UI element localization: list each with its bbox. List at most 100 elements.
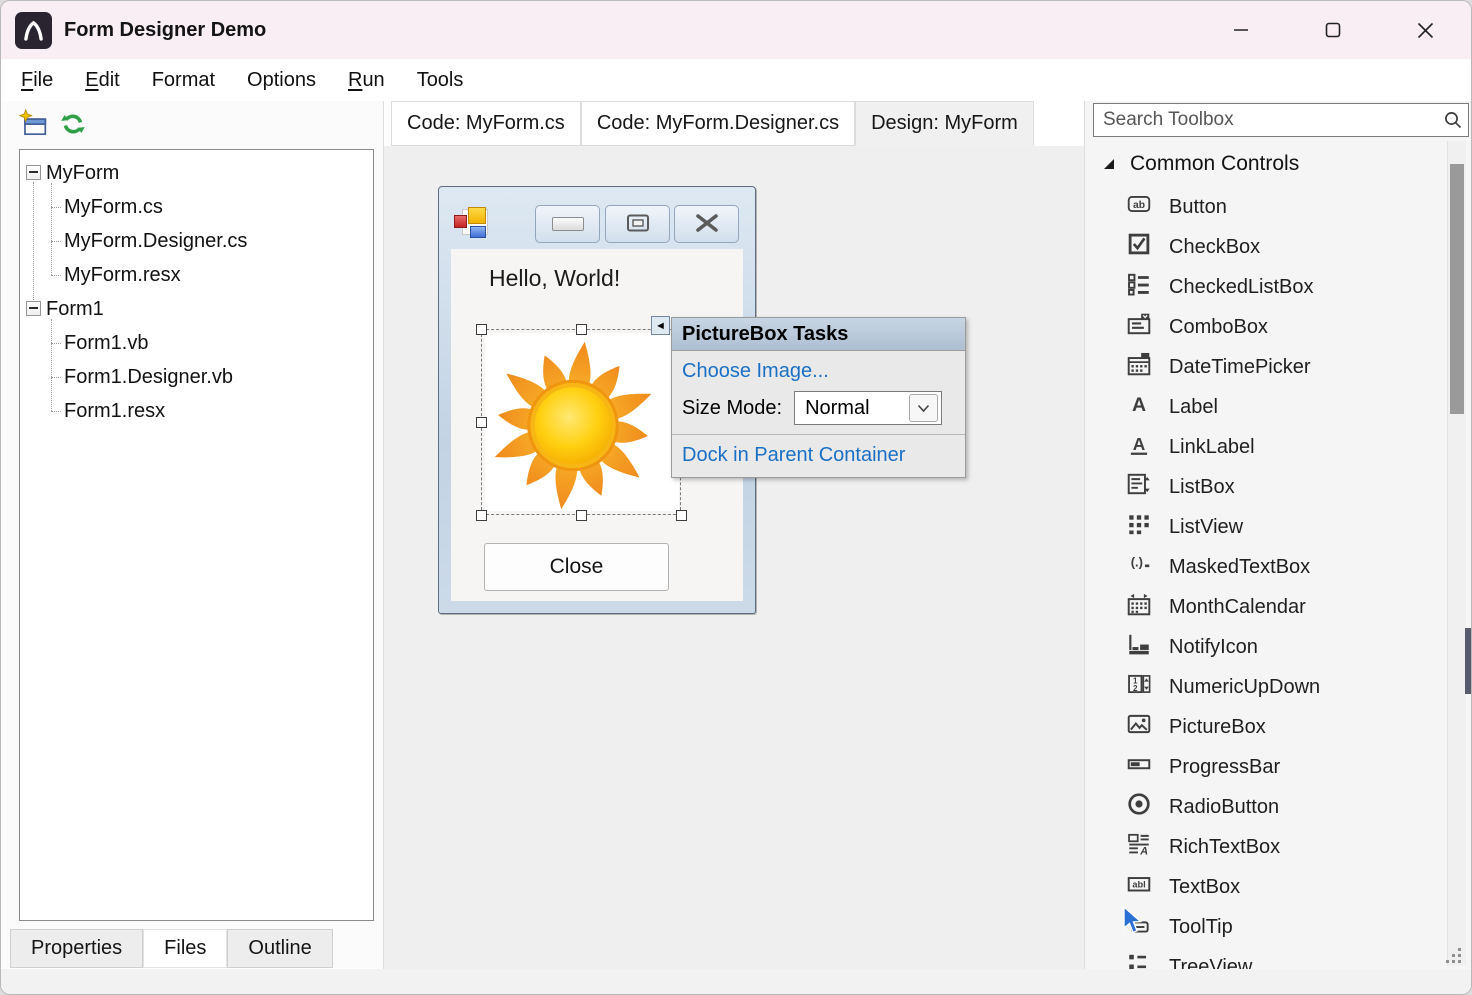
toolbox-item-combobox[interactable]: ComboBox — [1085, 307, 1447, 347]
search-input[interactable] — [1094, 108, 1438, 132]
tree-item-myform-resx[interactable]: MyForm.resx — [64, 264, 181, 286]
tree-item-myform[interactable]: MyForm — [46, 162, 119, 184]
tab-code-myform-cs[interactable]: Code: MyForm.cs — [391, 101, 581, 146]
toolbox-item-richtextbox[interactable]: ARichTextBox — [1085, 827, 1447, 867]
tree-item-myform-designer-cs[interactable]: MyForm.Designer.cs — [64, 230, 247, 252]
tab-outline[interactable]: Outline — [227, 929, 332, 968]
picturebox-icon — [1126, 711, 1152, 743]
svg-text:ab: ab — [1133, 200, 1145, 211]
richtextbox-icon: A — [1126, 831, 1152, 863]
toolbox-item-checkbox[interactable]: CheckBox — [1085, 227, 1447, 267]
textbox-icon: abl — [1126, 871, 1152, 903]
tree-item-form1-resx[interactable]: Form1.resx — [64, 400, 165, 422]
toolbox-item-label: ProgressBar — [1169, 756, 1280, 779]
toolbox-item-numericupdown[interactable]: 12NumericUpDown — [1085, 667, 1447, 707]
tree-connector — [51, 241, 61, 242]
resize-handle-bottom-right[interactable] — [676, 510, 687, 521]
toolbox-item-monthcalendar[interactable]: MonthCalendar — [1085, 587, 1447, 627]
tab-design-myform[interactable]: Design: MyForm — [855, 101, 1034, 146]
tree-connector — [51, 343, 61, 344]
toolbox-item-textbox[interactable]: abl TextBox — [1085, 867, 1447, 907]
divider — [672, 434, 965, 435]
toolbox-item-datetimepicker[interactable]: DateTimePicker — [1085, 347, 1447, 387]
tab-code-myform-designer-cs[interactable]: Code: MyForm.Designer.cs — [581, 101, 855, 146]
design-surface[interactable]: Hello, World! — [384, 146, 1084, 969]
toolbox-item-label: RadioButton — [1169, 796, 1279, 819]
menu-item-format[interactable]: Format — [152, 69, 215, 92]
form-minimize-button[interactable] — [535, 205, 600, 243]
toolbox-item-picturebox[interactable]: PictureBox — [1085, 707, 1447, 747]
resize-handle-bottom-center[interactable] — [576, 510, 587, 521]
form-close-control-button[interactable]: Close — [484, 543, 669, 591]
toolbox-item-label: TextBox — [1169, 876, 1240, 899]
window-bottom-strip — [1, 969, 1471, 995]
treeview-icon — [1126, 951, 1152, 969]
titlebar: Form Designer Demo — [1, 1, 1471, 59]
toolbox-item-listview[interactable]: ListView — [1085, 507, 1447, 547]
tree-item-form1[interactable]: Form1 — [46, 298, 104, 320]
menu-item-options[interactable]: Options — [247, 69, 316, 92]
menu-item-run[interactable]: Run — [348, 69, 385, 92]
menu-item-edit[interactable]: Edit — [85, 69, 119, 92]
editor-area: Code: MyForm.csCode: MyForm.Designer.csD… — [384, 101, 1084, 969]
toolbox-group-common-controls[interactable]: Common Controls — [1085, 141, 1447, 187]
close-button[interactable] — [1379, 1, 1471, 59]
app-logo-icon — [15, 12, 52, 49]
minimize-button[interactable] — [1195, 1, 1287, 59]
toolbox-item-notifyicon[interactable]: NotifyIcon — [1085, 627, 1447, 667]
expanded-triangle-icon — [1104, 159, 1114, 169]
tree-item-form1-designer-vb[interactable]: Form1.Designer.vb — [64, 366, 233, 388]
tree-item-myform-cs[interactable]: MyForm.cs — [64, 196, 163, 218]
choose-image-link[interactable]: Choose Image... — [682, 360, 965, 383]
search-icon[interactable] — [1438, 110, 1468, 130]
toolbox-item-label: DateTimePicker — [1169, 356, 1311, 379]
project-toolbar — [17, 109, 89, 141]
checkbox-icon — [1126, 231, 1152, 263]
menu-item-tools[interactable]: Tools — [417, 69, 464, 92]
form-maximize-button[interactable] — [605, 205, 670, 243]
tab-properties[interactable]: Properties — [10, 929, 143, 968]
form-close-button[interactable] — [674, 205, 739, 243]
toolbox-item-maskedtextbox[interactable]: (.)MaskedTextBox — [1085, 547, 1447, 587]
toolbox-item-label[interactable]: ALabel — [1085, 387, 1447, 427]
scrollbar-thumb[interactable] — [1450, 164, 1464, 414]
menu-item-file[interactable]: File — [21, 69, 53, 92]
toolbox-item-label: CheckedListBox — [1169, 276, 1314, 299]
maximize-button[interactable] — [1287, 1, 1379, 59]
tree-connector — [51, 183, 52, 275]
smart-tag-title: PictureBox Tasks — [672, 318, 965, 351]
chevron-down-icon[interactable] — [909, 394, 938, 422]
tab-files[interactable]: Files — [143, 929, 227, 968]
toolbox-item-linklabel[interactable]: ALinkLabel — [1085, 427, 1447, 467]
tree-connector — [33, 182, 34, 300]
toolbox-item-treeview[interactable]: TreeView — [1085, 947, 1447, 969]
toolbox-item-label: TreeView — [1169, 956, 1252, 970]
new-form-button[interactable] — [17, 109, 49, 141]
picturebox-control[interactable] — [479, 327, 683, 517]
resize-handle-bottom-left[interactable] — [476, 510, 487, 521]
toolbox-item-checkedlistbox[interactable]: CheckedListBox — [1085, 267, 1447, 307]
tree-expander-form1[interactable] — [26, 301, 41, 316]
toolbox-item-progressbar[interactable]: ProgressBar — [1085, 747, 1447, 787]
resize-handle-middle-left[interactable] — [476, 417, 487, 428]
toolbox-item-label: Button — [1169, 196, 1227, 219]
tree-item-form1-vb[interactable]: Form1.vb — [64, 332, 148, 354]
window-title: Form Designer Demo — [64, 19, 266, 42]
resize-handle-top-center[interactable] — [576, 324, 587, 335]
toolbox-item-button[interactable]: ab Button — [1085, 187, 1447, 227]
resize-grip[interactable] — [1439, 943, 1461, 963]
toolbox-item-listbox[interactable]: ListBox — [1085, 467, 1447, 507]
toolbox-list: Common Controls ab Button CheckBox CheckedLi… — [1085, 141, 1447, 969]
svg-text:2: 2 — [1133, 684, 1138, 693]
window-edge-scrollbar[interactable] — [1465, 628, 1471, 694]
refresh-button[interactable] — [57, 109, 89, 141]
tree-expander-myform[interactable] — [26, 165, 41, 180]
dock-in-parent-link[interactable]: Dock in Parent Container — [682, 444, 965, 467]
size-mode-value: Normal — [795, 397, 909, 420]
size-mode-dropdown[interactable]: Normal — [794, 391, 942, 425]
smart-tag-arrow-button[interactable]: ◄ — [651, 316, 670, 335]
toolbox-scrollbar[interactable] — [1447, 141, 1466, 966]
toolbox-panel: Common Controls ab Button CheckBox CheckedLi… — [1084, 101, 1472, 969]
resize-handle-top-left[interactable] — [476, 324, 487, 335]
toolbox-item-radiobutton[interactable]: RadioButton — [1085, 787, 1447, 827]
